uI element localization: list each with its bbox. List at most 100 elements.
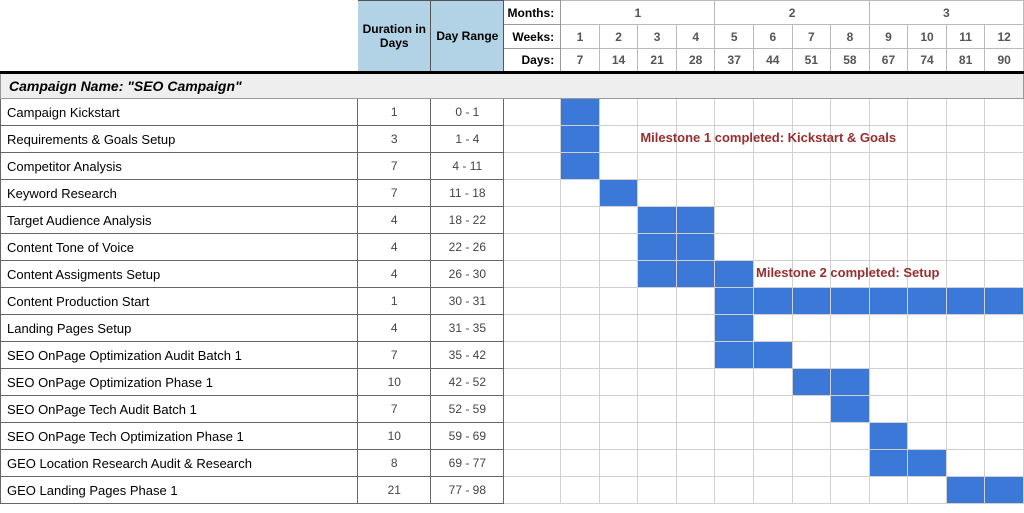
gantt-empty-cell xyxy=(754,315,793,342)
gantt-spacer xyxy=(504,99,561,126)
task-duration-cell: 4 xyxy=(358,207,431,234)
gantt-empty-cell xyxy=(561,261,600,288)
gantt-bar-cell xyxy=(831,369,870,396)
gantt-empty-cell xyxy=(638,396,677,423)
gantt-empty-cell xyxy=(599,126,638,153)
gantt-empty-cell xyxy=(908,99,947,126)
header-duration: Duration in Days xyxy=(358,1,431,73)
task-range-cell: 42 - 52 xyxy=(431,369,504,396)
gantt-bar-cell xyxy=(599,180,638,207)
gantt-spacer xyxy=(504,207,561,234)
gantt-spacer xyxy=(504,342,561,369)
gantt-empty-cell xyxy=(946,423,985,450)
gantt-empty-cell xyxy=(638,315,677,342)
task-duration-cell: 7 xyxy=(358,153,431,180)
gantt-empty-cell xyxy=(946,315,985,342)
gantt-bar-cell xyxy=(908,288,947,315)
gantt-bar-cell xyxy=(869,450,908,477)
gantt-empty-cell xyxy=(599,315,638,342)
task-duration-cell: 3 xyxy=(358,126,431,153)
task-row: Campaign Kickstart10 - 1 xyxy=(1,99,1024,126)
gantt-empty-cell xyxy=(715,423,754,450)
gantt-empty-cell xyxy=(869,99,908,126)
gantt-empty-cell xyxy=(869,396,908,423)
gantt-empty-cell xyxy=(638,450,677,477)
gantt-empty-cell xyxy=(869,477,908,504)
gantt-empty-cell xyxy=(908,153,947,180)
gantt-empty-cell xyxy=(561,180,600,207)
week-cell: 9 xyxy=(869,25,908,49)
gantt-empty-cell xyxy=(792,423,831,450)
task-row: Content Assigments Setup426 - 30Mileston… xyxy=(1,261,1024,288)
gantt-empty-cell xyxy=(946,450,985,477)
milestone-label: Milestone 1 completed: Kickstart & Goals xyxy=(640,130,896,145)
campaign-title-row: Campaign Name: "SEO Campaign" xyxy=(1,73,1024,99)
gantt-empty-cell xyxy=(946,126,985,153)
gantt-empty-cell xyxy=(754,423,793,450)
gantt-empty-cell xyxy=(946,369,985,396)
week-cell: 3 xyxy=(638,25,677,49)
gantt-empty-cell xyxy=(638,288,677,315)
gantt-empty-cell xyxy=(985,234,1024,261)
task-name-cell: Content Assigments Setup xyxy=(1,261,358,288)
gantt-empty-cell xyxy=(715,153,754,180)
gantt-bar-cell xyxy=(676,234,715,261)
week-cell: 4 xyxy=(676,25,715,49)
gantt-empty-cell xyxy=(908,234,947,261)
gantt-bar-cell xyxy=(676,261,715,288)
gantt-empty-cell xyxy=(715,396,754,423)
week-cell: 10 xyxy=(908,25,947,49)
gantt-empty-cell xyxy=(638,153,677,180)
gantt-empty-cell xyxy=(985,153,1024,180)
gantt-bar-cell xyxy=(946,288,985,315)
day-cell: 67 xyxy=(869,49,908,73)
gantt-bar-cell xyxy=(715,261,754,288)
gantt-empty-cell xyxy=(676,99,715,126)
gantt-empty-cell xyxy=(754,369,793,396)
gantt-empty-cell xyxy=(831,153,870,180)
header-blank xyxy=(1,1,358,73)
gantt-empty-cell xyxy=(676,450,715,477)
week-cell: 11 xyxy=(946,25,985,49)
week-cell: 5 xyxy=(715,25,754,49)
gantt-empty-cell xyxy=(985,126,1024,153)
gantt-bar-cell xyxy=(908,450,947,477)
task-range-cell: 22 - 26 xyxy=(431,234,504,261)
task-duration-cell: 1 xyxy=(358,288,431,315)
gantt-empty-cell xyxy=(599,234,638,261)
gantt-empty-cell xyxy=(908,180,947,207)
gantt-empty-cell xyxy=(638,423,677,450)
gantt-empty-cell xyxy=(985,261,1024,288)
header-weeks-label: Weeks: xyxy=(504,25,561,49)
gantt-spacer xyxy=(504,288,561,315)
week-cell: 2 xyxy=(599,25,638,49)
day-cell: 44 xyxy=(754,49,793,73)
gantt-empty-cell xyxy=(561,423,600,450)
task-row: SEO OnPage Tech Audit Batch 1752 - 59 xyxy=(1,396,1024,423)
gantt-empty-cell xyxy=(599,99,638,126)
gantt-empty-cell xyxy=(869,234,908,261)
gantt-empty-cell xyxy=(869,153,908,180)
gantt-bar-cell xyxy=(561,99,600,126)
campaign-title: Campaign Name: "SEO Campaign" xyxy=(1,73,1024,99)
gantt-bar-cell xyxy=(792,369,831,396)
gantt-empty-cell xyxy=(638,477,677,504)
gantt-empty-cell xyxy=(638,180,677,207)
gantt-empty-cell xyxy=(599,423,638,450)
gantt-bar-cell xyxy=(946,477,985,504)
task-range-cell: 0 - 1 xyxy=(431,99,504,126)
gantt-empty-cell xyxy=(869,207,908,234)
task-name-cell: Campaign Kickstart xyxy=(1,99,358,126)
gantt-empty-cell xyxy=(792,234,831,261)
gantt-empty-cell xyxy=(715,369,754,396)
gantt-empty-cell xyxy=(946,207,985,234)
gantt-empty-cell xyxy=(638,369,677,396)
day-cell: 14 xyxy=(599,49,638,73)
gantt-bar-cell xyxy=(715,342,754,369)
gantt-empty-cell xyxy=(946,153,985,180)
month-3: 3 xyxy=(869,1,1023,25)
gantt-empty-cell xyxy=(754,207,793,234)
gantt-empty-cell xyxy=(561,342,600,369)
task-duration-cell: 7 xyxy=(358,396,431,423)
gantt-empty-cell xyxy=(869,315,908,342)
